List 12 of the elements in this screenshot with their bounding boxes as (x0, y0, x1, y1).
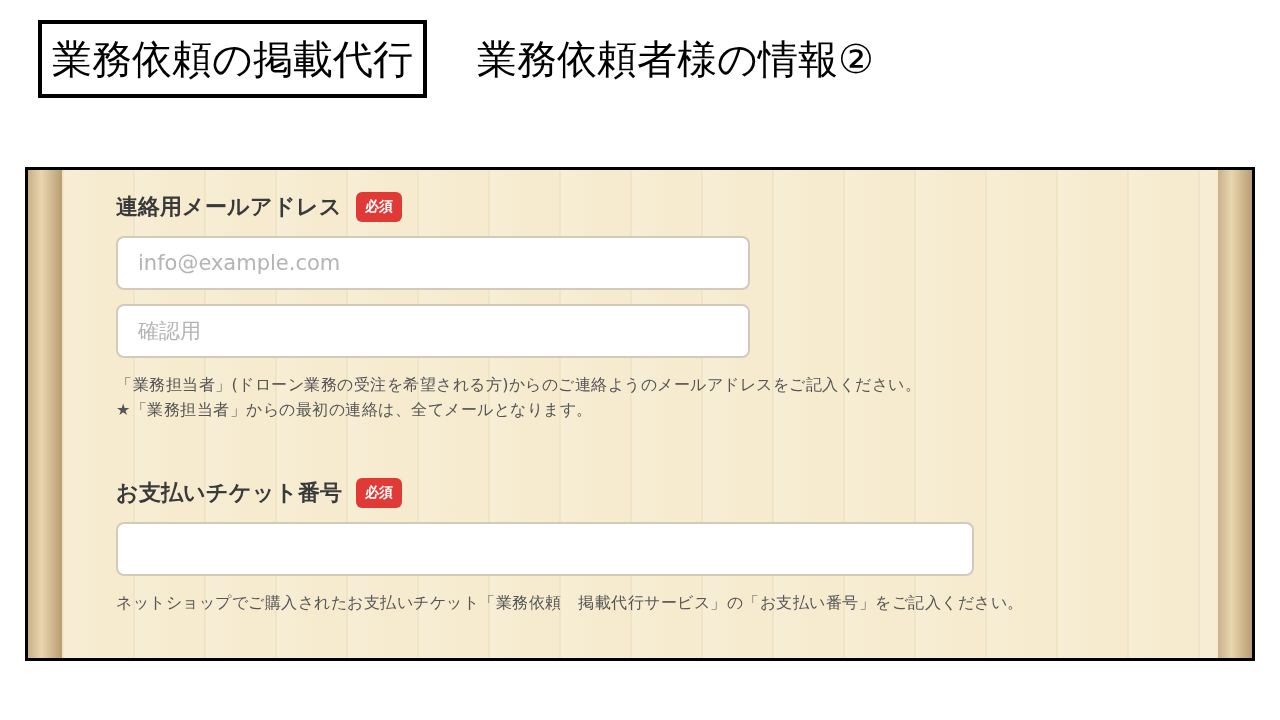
help-text: 「業務担当者」(ドローン業務の受注を希望される方)からのご連絡ようのメールアドレスをご記入ください。 (116, 374, 923, 396)
input-field[interactable]: info@example.com (116, 236, 750, 290)
help-text: ネットショップでご購入されたお支払いチケット「業務依頼 掲載代行サービス」の「お支払い番号」をご記入ください。 (116, 592, 1025, 614)
field-label: 連絡用メールアドレス (116, 193, 342, 221)
input-field[interactable]: 確認用 (116, 304, 750, 358)
slide-subtitle: 業務依頼者様の情報② (477, 34, 874, 84)
required-badge: 必須 (356, 192, 402, 222)
slide-title: 業務依頼の掲載代行 (38, 20, 427, 98)
input-field[interactable] (116, 522, 974, 576)
field-label: お支払いチケット番号 (116, 479, 342, 507)
required-badge: 必須 (356, 478, 402, 508)
help-text: ★「業務担当者」からの最初の連絡は、全てメールとなります。 (116, 399, 594, 421)
